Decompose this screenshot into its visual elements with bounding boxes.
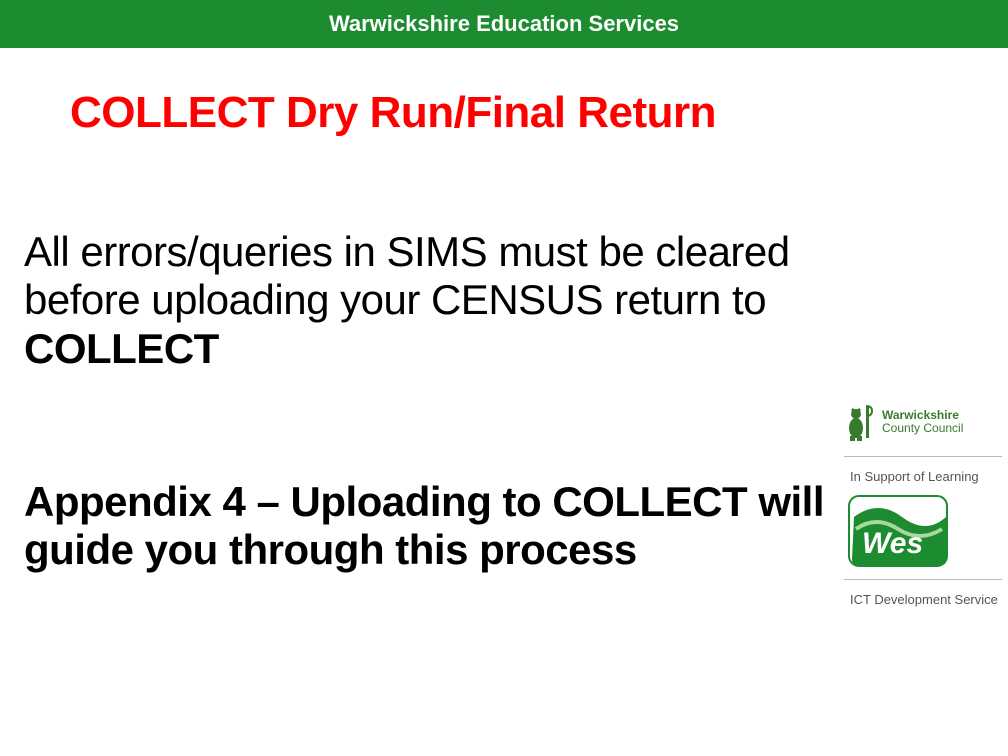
body-p1-text: All errors/queries in SIMS must be clear…: [24, 228, 790, 323]
body-paragraph-2: Appendix 4 – Uploading to COLLECT will g…: [24, 478, 828, 575]
divider: [844, 456, 1002, 457]
bear-staff-icon: [844, 400, 878, 444]
county-line2: County Council: [882, 421, 963, 435]
county-council-logo-block: Warwickshire County Council: [844, 400, 963, 444]
header-bar: Warwickshire Education Services: [0, 0, 1008, 48]
sidebar: Warwickshire County Council In Support o…: [844, 400, 1002, 609]
county-council-text: Warwickshire County Council: [882, 409, 963, 435]
content-area: COLLECT Dry Run/Final Return All errors/…: [0, 48, 838, 756]
wes-logo-text: Wes: [862, 527, 923, 560]
ict-service-text: ICT Development Service: [844, 592, 998, 608]
body-paragraph-1: All errors/queries in SIMS must be clear…: [24, 228, 828, 373]
slide: Warwickshire Education Services COLLECT …: [0, 0, 1008, 756]
body-p1-bold: COLLECT: [24, 325, 219, 372]
header-brand: Warwickshire Education Services: [329, 11, 679, 37]
slide-title: COLLECT Dry Run/Final Return: [70, 88, 716, 138]
wes-logo: Wes: [848, 495, 948, 567]
support-of-learning-text: In Support of Learning: [844, 469, 979, 485]
divider: [844, 579, 1002, 580]
